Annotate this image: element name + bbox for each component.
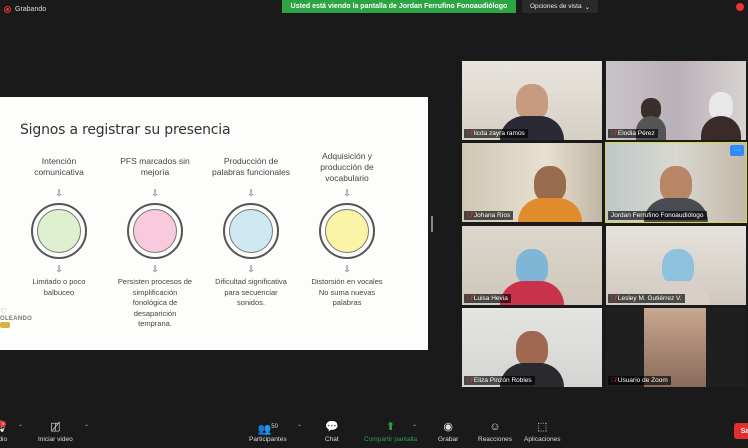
circle-icon <box>127 203 183 259</box>
apps-icon: ⬚ <box>537 421 548 433</box>
share-screen-button[interactable]: ⬆ Compartir pantalla <box>364 419 417 443</box>
close-icon[interactable] <box>736 3 744 11</box>
column-head: Producción de palabras funcionales <box>212 156 290 177</box>
mic-muted-icon: 🎙̸ <box>467 377 472 384</box>
participant-video <box>701 92 741 140</box>
arrow-down-icon: ⇩ <box>343 188 351 198</box>
arrow-down-icon: ⇩ <box>151 264 159 274</box>
participant-name-tag: 🎙̸ Lesley M. Gutiérrez V. <box>608 294 685 303</box>
end-meeting-button[interactable]: Sa <box>734 423 748 439</box>
participants-icon: 👥50 <box>257 423 278 436</box>
mic-muted-icon: 🎙̸ <box>611 295 616 302</box>
reactions-button[interactable]: ☺ Reacciones <box>478 419 512 443</box>
apps-button[interactable]: ⬚ Aplicaciones <box>524 419 561 443</box>
start-video-button[interactable]: ◫̸ Iniciar video <box>38 419 73 443</box>
circle-fill <box>133 209 177 253</box>
chevron-up-icon[interactable]: ⌃ <box>297 424 302 431</box>
share-screen-icon: ⬆ <box>385 421 396 433</box>
video-tile[interactable]: 🎙̸ Lesley M. Gutiérrez V. <box>606 226 746 305</box>
audio-button[interactable]: 🎙 4 udio <box>0 419 8 443</box>
column-foot: Persisten procesos de simplificación fon… <box>117 277 193 328</box>
shared-screen-slide: Signos a registrar su presencia Intenció… <box>0 97 428 350</box>
chevron-down-icon: ⌄ <box>584 3 591 11</box>
video-tile[interactable]: 🎙̸ Elodia Pérez <box>606 61 746 140</box>
participant-name-tag: 🎙̸ Luisa Hevia <box>464 294 511 303</box>
mic-muted-icon: 🎙̸ <box>467 295 472 302</box>
circle-fill <box>37 209 81 253</box>
arrow-down-icon: ⇩ <box>151 188 159 198</box>
video-tile[interactable]: 🎙̸ Usuario de Zoom <box>606 308 746 387</box>
participant-name-tag: 🎙̸ licda zayra ramos <box>464 129 528 138</box>
video-tile[interactable]: 🎙̸ Luisa Hevia <box>462 226 602 305</box>
column-head: Intención comunicativa <box>34 156 84 177</box>
heart-icon: ♡ <box>0 307 8 316</box>
zoom-window: Grabando Usted está viendo la pantalla d… <box>0 0 748 448</box>
smiley-icon: ☺ <box>489 421 501 433</box>
circle-icon <box>223 203 279 259</box>
circle-icon <box>31 203 87 259</box>
more-options-icon[interactable]: ··· <box>730 145 744 156</box>
participant-name-tag: 🎙̸ Johana Ríos <box>464 211 514 220</box>
column-foot: Dificultad significativa para secuenciar… <box>215 277 287 307</box>
circle-fill <box>229 209 273 253</box>
column-head: PFS marcados sin mejoría <box>120 156 190 177</box>
chat-icon: 💬 <box>325 421 339 433</box>
record-icon: ◉ <box>443 421 453 433</box>
slide-column-2: PFS marcados sin mejoría ⇩ ⇩ Persisten p… <box>116 147 194 330</box>
logo-mark <box>0 322 10 328</box>
column-foot: Distorsión en vocales No suma nuevas pal… <box>311 277 383 307</box>
recording-label: Grabando <box>15 6 47 13</box>
chevron-up-icon[interactable]: ⌃ <box>18 424 23 431</box>
split-drag-handle[interactable] <box>431 216 433 232</box>
participants-button[interactable]: 👥50 Participantes <box>249 419 287 443</box>
video-off-icon: ◫̸ <box>50 421 61 433</box>
share-banner: Usted está viendo la pantalla de Jordan … <box>282 0 516 13</box>
mic-muted-icon: 🎙̸ <box>467 212 472 219</box>
column-foot: Limitado o poco balbuceo <box>32 277 86 297</box>
video-tile-active-speaker[interactable]: ··· Jordan Ferrufino Fonoaudiólogo <box>605 142 747 223</box>
mic-muted-icon: 🎙̸ <box>611 130 616 137</box>
participant-name-tag: 🎙̸ Usuario de Zoom <box>608 376 671 385</box>
view-options-button[interactable]: Opciones de vista ⌄ <box>522 0 598 13</box>
column-head: Adquisición y producción de vocabulario <box>320 150 374 183</box>
participant-name-tag: 🎙̸ Elodia Pérez <box>608 129 658 138</box>
arrow-down-icon: ⇩ <box>55 188 63 198</box>
slide-column-4: Adquisición y producción de vocabulario … <box>308 147 386 309</box>
participant-video <box>518 166 582 222</box>
chevron-up-icon[interactable]: ⌃ <box>84 424 89 431</box>
slide-column-1: Intención comunicativa ⇩ ⇩ Limitado o po… <box>20 147 98 298</box>
slide-title: Signos a registrar su presencia <box>20 122 231 138</box>
record-button[interactable]: ◉ Grabar <box>438 419 458 443</box>
slide-column-3: Producción de palabras funcionales ⇩ ⇩ D… <box>212 147 290 309</box>
participant-name-tag: 🎙̸ Eliza Pinzón Robles <box>464 376 535 385</box>
arrow-down-icon: ⇩ <box>247 264 255 274</box>
notification-badge: 4 <box>0 421 6 427</box>
record-icon <box>4 6 11 13</box>
view-options-label: Opciones de vista <box>529 3 582 10</box>
video-tile[interactable]: 🎙̸ licda zayra ramos <box>462 61 602 140</box>
recording-indicator: Grabando <box>4 6 46 13</box>
mic-muted-icon: 🎙̸ <box>467 130 472 137</box>
circle-icon <box>319 203 375 259</box>
arrow-down-icon: ⇩ <box>55 264 63 274</box>
slide-logo: ♡ OLEANDO <box>0 307 36 330</box>
chat-button[interactable]: 💬 Chat <box>325 419 339 443</box>
chevron-up-icon[interactable]: ⌃ <box>412 424 417 431</box>
video-tile[interactable]: 🎙̸ Eliza Pinzón Robles <box>462 308 602 387</box>
video-tile[interactable]: 🎙̸ Johana Ríos <box>462 143 602 222</box>
mic-muted-icon: 🎙̸ <box>611 377 616 384</box>
arrow-down-icon: ⇩ <box>343 264 351 274</box>
participant-name-tag: Jordan Ferrufino Fonoaudiólogo <box>608 211 707 220</box>
meeting-toolbar: 🎙 4 udio ⌃ ◫̸ Iniciar video ⌃ 👥50 Partic… <box>0 414 748 448</box>
circle-fill <box>325 209 369 253</box>
arrow-down-icon: ⇩ <box>247 188 255 198</box>
